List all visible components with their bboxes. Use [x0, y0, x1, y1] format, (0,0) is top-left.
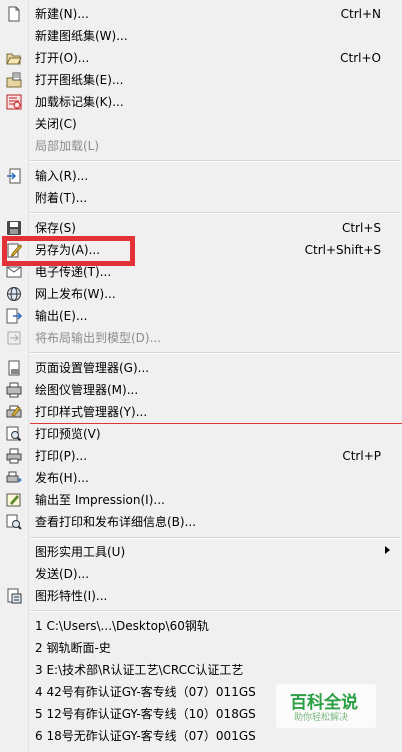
markup-set-icon — [6, 94, 22, 110]
menu-item-close[interactable]: 关闭(C) — [0, 113, 402, 135]
floppy-disk-icon — [6, 220, 22, 236]
menu-item-publish-web[interactable]: 网上发布(W)... — [0, 283, 402, 305]
plot-details-icon — [6, 514, 22, 530]
preview-magnifier-icon — [6, 426, 22, 442]
plotter-icon — [6, 382, 22, 398]
properties-icon — [6, 588, 22, 604]
impression-icon — [6, 492, 22, 508]
recent-file-item[interactable]: 1 C:\Users\...\Desktop\60钢轨 — [0, 615, 402, 637]
export-icon — [6, 308, 23, 324]
menu-item-load-markup-set[interactable]: 加载标记集(K)... — [0, 91, 402, 113]
menu-separator — [30, 610, 400, 612]
import-icon — [6, 168, 22, 184]
menu-item-plot-style-manager[interactable]: 打印样式管理器(Y)... — [0, 401, 402, 423]
printer-icon — [6, 448, 22, 464]
layout-to-model-icon — [6, 330, 22, 346]
menu-item-plot[interactable]: 打印(P)... Ctrl+P — [0, 445, 402, 467]
menu-separator — [30, 212, 400, 214]
menu-separator — [30, 352, 400, 354]
page-setup-icon — [6, 360, 22, 376]
menu-item-drawing-utilities[interactable]: 图形实用工具(U) — [0, 541, 402, 563]
new-document-icon — [6, 6, 22, 22]
menu-item-attach[interactable]: 附着(T)... — [0, 187, 402, 209]
etransmit-icon — [6, 264, 22, 280]
recent-file-item[interactable]: 6 18号无砟认证GY-客专线（07）001GS — [0, 725, 402, 747]
menu-item-plotter-manager[interactable]: 绘图仪管理器(M)... — [0, 379, 402, 401]
menu-item-export-layout-to-model: 将布局输出到模型(D)... — [0, 327, 402, 349]
publish-icon — [6, 470, 22, 486]
plot-style-icon — [6, 404, 22, 420]
menu-item-plot-details[interactable]: 查看打印和发布详细信息(B)... — [0, 511, 402, 533]
menu-item-open[interactable]: 打开(O)... Ctrl+O — [0, 47, 402, 69]
recent-file-item[interactable]: 3 E:\技术部\R认证工艺\CRCC认证工艺 — [0, 659, 402, 681]
menu-item-send[interactable]: 发送(D)... — [0, 563, 402, 585]
globe-icon — [6, 286, 22, 302]
file-menu: 新建(N)... Ctrl+N 新建图纸集(W)... 打开(O)... Ctr… — [0, 0, 402, 752]
menu-separator — [30, 537, 400, 539]
menu-item-page-setup[interactable]: 页面设置管理器(G)... — [0, 357, 402, 379]
menu-item-open-sheet-set[interactable]: 打开图纸集(E)... — [0, 69, 402, 91]
menu-separator — [30, 160, 400, 162]
menu-item-new[interactable]: 新建(N)... Ctrl+N — [0, 3, 402, 25]
menu-item-export-impression[interactable]: 输出至 Impression(I)... — [0, 489, 402, 511]
open-folder-icon — [6, 50, 22, 66]
recent-file-item[interactable]: 2 钢轨断面-史 — [0, 637, 402, 659]
menu-item-partial-load: 局部加载(L) — [35, 139, 100, 153]
menu-item-plot-preview[interactable]: 打印预览(V) — [0, 423, 402, 445]
menu-item-publish[interactable]: 发布(H)... — [0, 467, 402, 489]
sheet-set-icon — [6, 72, 22, 88]
menu-item-import[interactable]: 输入(R)... — [0, 165, 402, 187]
menu-item-drawing-properties[interactable]: 图形特性(I)... — [0, 585, 402, 607]
watermark-logo: 百科全说 助你轻松解决 — [276, 684, 376, 728]
save-as-highlight-box — [2, 236, 135, 266]
submenu-arrow-icon — [385, 546, 390, 554]
menu-item-new-sheet-set[interactable]: 新建图纸集(W)... — [0, 25, 402, 47]
menu-item-export[interactable]: 输出(E)... — [0, 305, 402, 327]
